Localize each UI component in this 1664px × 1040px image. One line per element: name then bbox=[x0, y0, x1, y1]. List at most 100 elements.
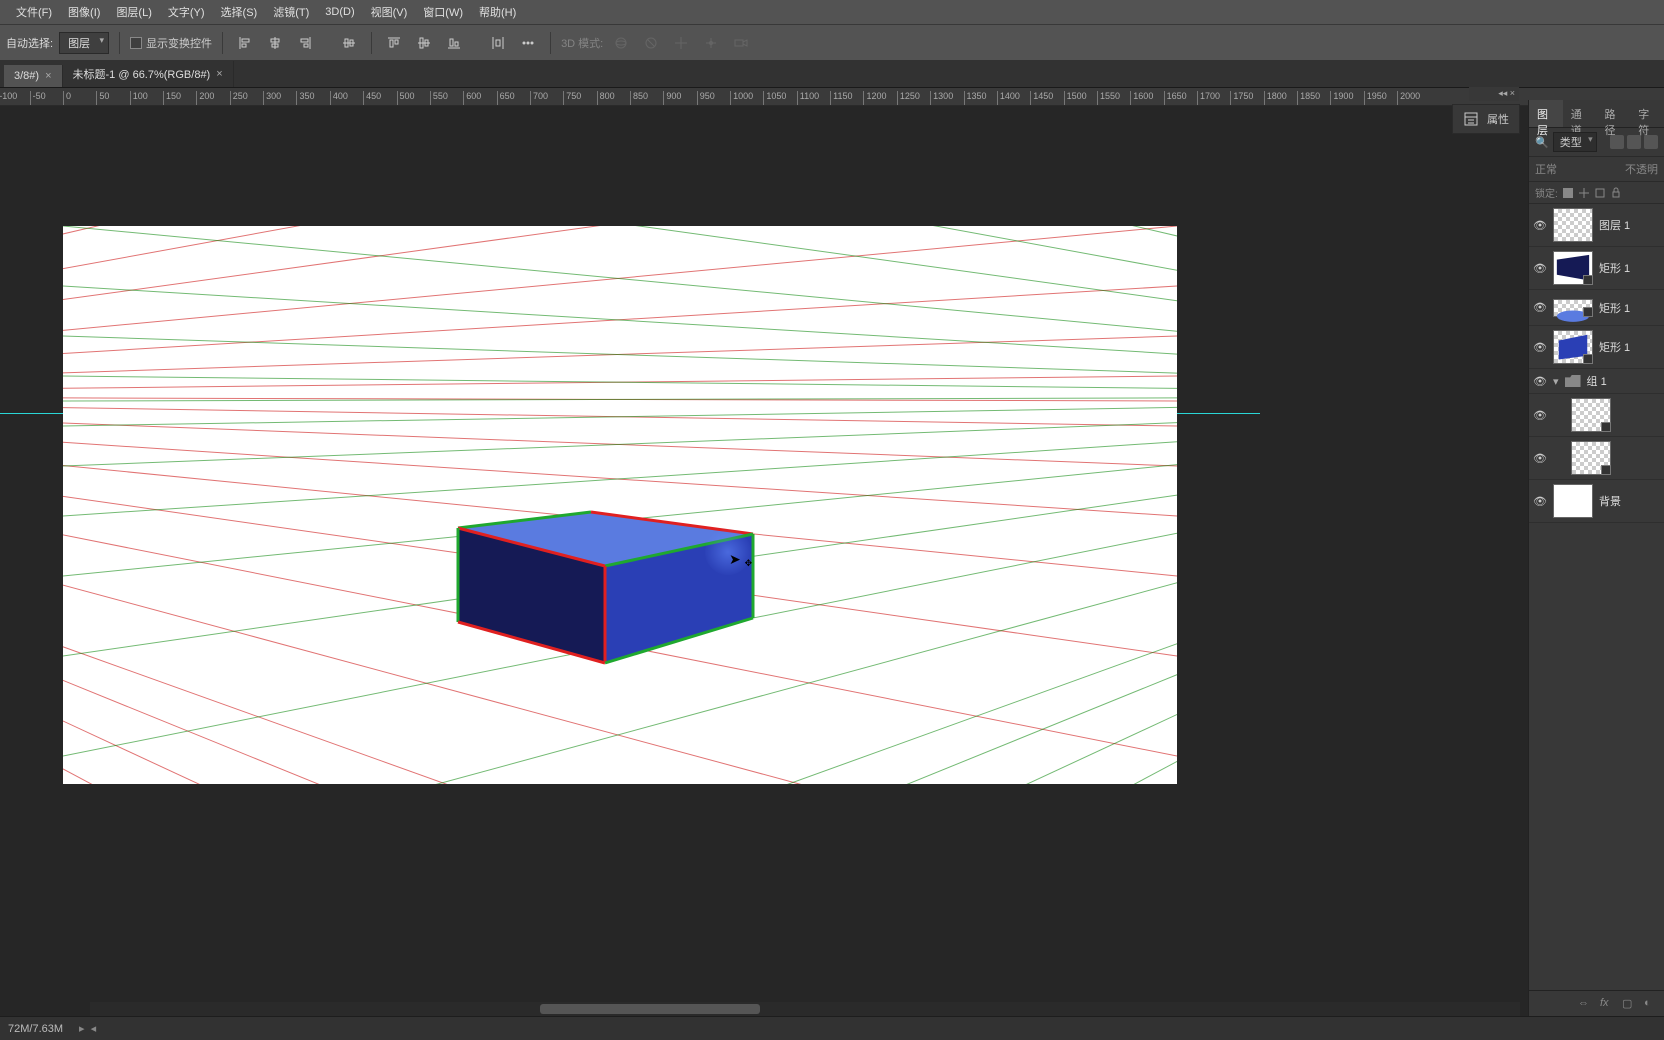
canvas-area[interactable]: ➤ ✥ bbox=[0, 106, 1664, 1016]
status-arrow-left-icon[interactable]: ◂ bbox=[91, 1022, 97, 1035]
layer-row[interactable]: 👁 矩形 1 bbox=[1529, 326, 1664, 369]
visibility-toggle-icon[interactable]: 👁 bbox=[1533, 375, 1547, 388]
align-middle-icon[interactable] bbox=[337, 31, 361, 55]
tab-character[interactable]: 字符 bbox=[1630, 100, 1664, 127]
visibility-toggle-icon[interactable]: 👁 bbox=[1533, 409, 1547, 422]
align-center-h-icon[interactable] bbox=[263, 31, 287, 55]
menu-bar: 文件(F) 图像(I) 图层(L) 文字(Y) 选择(S) 滤镜(T) 3D(D… bbox=[0, 0, 1664, 24]
filter-type-select[interactable]: 类型 bbox=[1553, 132, 1597, 152]
layer-row[interactable]: 👁 图层 1 bbox=[1529, 204, 1664, 247]
search-icon[interactable]: 🔍 bbox=[1535, 136, 1549, 149]
canvas[interactable] bbox=[63, 226, 1177, 784]
filter-adjust-icon[interactable] bbox=[1627, 135, 1641, 149]
visibility-toggle-icon[interactable]: 👁 bbox=[1533, 301, 1547, 314]
auto-select-target[interactable]: 图层 bbox=[59, 32, 109, 54]
lock-all-icon[interactable] bbox=[1610, 187, 1622, 199]
close-icon[interactable]: × bbox=[216, 68, 222, 80]
layer-thumbnail[interactable] bbox=[1553, 251, 1593, 285]
ruler-tick: 950 bbox=[697, 91, 715, 106]
menu-select[interactable]: 选择(S) bbox=[213, 4, 266, 20]
visibility-toggle-icon[interactable]: 👁 bbox=[1533, 452, 1547, 465]
panel-collapse-icon[interactable]: ◂◂ × bbox=[1469, 87, 1519, 101]
menu-view[interactable]: 视图(V) bbox=[363, 4, 416, 20]
fx-icon[interactable]: fx bbox=[1600, 997, 1614, 1011]
layer-name[interactable]: 背景 bbox=[1599, 493, 1621, 509]
align-vcenter-icon[interactable] bbox=[412, 31, 436, 55]
layer-name[interactable]: 组 1 bbox=[1587, 373, 1607, 389]
layer-name[interactable]: 矩形 1 bbox=[1599, 260, 1630, 276]
properties-button[interactable]: ◂◂ × 属性 bbox=[1452, 104, 1520, 134]
visibility-toggle-icon[interactable]: 👁 bbox=[1533, 219, 1547, 232]
align-top-icon[interactable] bbox=[382, 31, 406, 55]
layer-name[interactable]: 图层 1 bbox=[1599, 217, 1630, 233]
chevron-down-icon[interactable]: ▾ bbox=[1553, 375, 1559, 388]
mask-icon[interactable]: ▢ bbox=[1622, 997, 1636, 1011]
tab-layers[interactable]: 图层 bbox=[1529, 100, 1563, 127]
ruler-tick: 1000 bbox=[730, 91, 753, 106]
layer-thumbnail[interactable] bbox=[1571, 398, 1611, 432]
ruler-tick: 1200 bbox=[863, 91, 886, 106]
menu-type[interactable]: 文字(Y) bbox=[160, 4, 213, 20]
opacity-label: 不透明 bbox=[1625, 161, 1658, 177]
scrollbar-thumb[interactable] bbox=[540, 1004, 760, 1014]
layer-row[interactable]: 👁 bbox=[1529, 394, 1664, 437]
divider bbox=[371, 32, 372, 54]
layer-thumbnail[interactable] bbox=[1553, 484, 1593, 518]
distribute-icon[interactable] bbox=[486, 31, 510, 55]
align-right-icon[interactable] bbox=[293, 31, 317, 55]
layer-name[interactable]: 矩形 1 bbox=[1599, 300, 1630, 316]
tab-paths[interactable]: 路径 bbox=[1597, 100, 1631, 127]
menu-filter[interactable]: 滤镜(T) bbox=[265, 4, 317, 20]
ruler-tick: 1800 bbox=[1264, 91, 1287, 106]
ruler-tick: 1950 bbox=[1364, 91, 1387, 106]
layer-thumbnail[interactable] bbox=[1553, 208, 1593, 242]
layer-row[interactable]: 👁 矩形 1 bbox=[1529, 290, 1664, 326]
menu-image[interactable]: 图像(I) bbox=[60, 4, 108, 20]
visibility-toggle-icon[interactable]: 👁 bbox=[1533, 495, 1547, 508]
lock-position-icon[interactable] bbox=[1578, 187, 1590, 199]
layer-thumbnail[interactable] bbox=[1553, 330, 1593, 364]
ruler-tick: -100 bbox=[0, 91, 17, 106]
ruler-tick: 1050 bbox=[763, 91, 786, 106]
link-layers-icon[interactable]: ⇔ bbox=[1578, 997, 1592, 1011]
document-tab[interactable]: 3/8#) × bbox=[4, 65, 63, 87]
document-tab[interactable]: 未标题-1 @ 66.7%(RGB/8#) × bbox=[63, 61, 234, 87]
blend-mode-select[interactable]: 正常 bbox=[1535, 161, 1557, 177]
filter-text-icon[interactable] bbox=[1644, 135, 1658, 149]
ruler-tick: 50 bbox=[96, 91, 109, 106]
filter-image-icon[interactable] bbox=[1610, 135, 1624, 149]
menu-3d[interactable]: 3D(D) bbox=[317, 6, 362, 18]
ruler-tick: 1550 bbox=[1097, 91, 1120, 106]
align-left-icon[interactable] bbox=[233, 31, 257, 55]
visibility-toggle-icon[interactable]: 👁 bbox=[1533, 341, 1547, 354]
menu-window[interactable]: 窗口(W) bbox=[415, 4, 471, 20]
align-bottom-icon[interactable] bbox=[442, 31, 466, 55]
horizontal-scrollbar[interactable] bbox=[90, 1002, 1520, 1016]
close-icon[interactable]: × bbox=[45, 70, 51, 82]
ruler-horizontal[interactable]: -100-50050100150200250300350400450500550… bbox=[0, 88, 1664, 106]
status-arrow-icon[interactable]: ▸ bbox=[79, 1022, 85, 1035]
layer-row[interactable]: 👁 矩形 1 bbox=[1529, 247, 1664, 290]
lock-pixels-icon[interactable] bbox=[1562, 187, 1574, 199]
visibility-toggle-icon[interactable]: 👁 bbox=[1533, 262, 1547, 275]
layer-row[interactable]: 👁 背景 bbox=[1529, 480, 1664, 523]
auto-select-label: 自动选择: bbox=[6, 35, 53, 51]
more-options-icon[interactable] bbox=[516, 31, 540, 55]
lock-artboard-icon[interactable] bbox=[1594, 187, 1606, 199]
layers-panel: 图层 通道 路径 字符 🔍 类型 正常 不透明 锁定: 👁 图层 1 👁 矩形 1 👁 矩… bbox=[1528, 100, 1664, 1016]
3d-pan-icon bbox=[669, 31, 693, 55]
tab-label: 未标题-1 @ 66.7%(RGB/8#) bbox=[73, 66, 211, 82]
layer-thumbnail[interactable] bbox=[1553, 299, 1593, 317]
layer-name[interactable]: 矩形 1 bbox=[1599, 339, 1630, 355]
adjustment-icon[interactable]: ◐ bbox=[1644, 997, 1658, 1011]
layer-thumbnail[interactable] bbox=[1571, 441, 1611, 475]
layer-group[interactable]: 👁 ▾ 组 1 bbox=[1529, 369, 1664, 394]
ruler-tick: 1150 bbox=[830, 91, 852, 106]
layer-row[interactable]: 👁 bbox=[1529, 437, 1664, 480]
menu-layer[interactable]: 图层(L) bbox=[108, 4, 159, 20]
tab-channels[interactable]: 通道 bbox=[1563, 100, 1597, 127]
menu-help[interactable]: 帮助(H) bbox=[471, 4, 524, 20]
menu-file[interactable]: 文件(F) bbox=[8, 4, 60, 20]
lock-row: 锁定: bbox=[1529, 182, 1664, 204]
show-transform-checkbox[interactable]: 显示变换控件 bbox=[130, 35, 212, 51]
